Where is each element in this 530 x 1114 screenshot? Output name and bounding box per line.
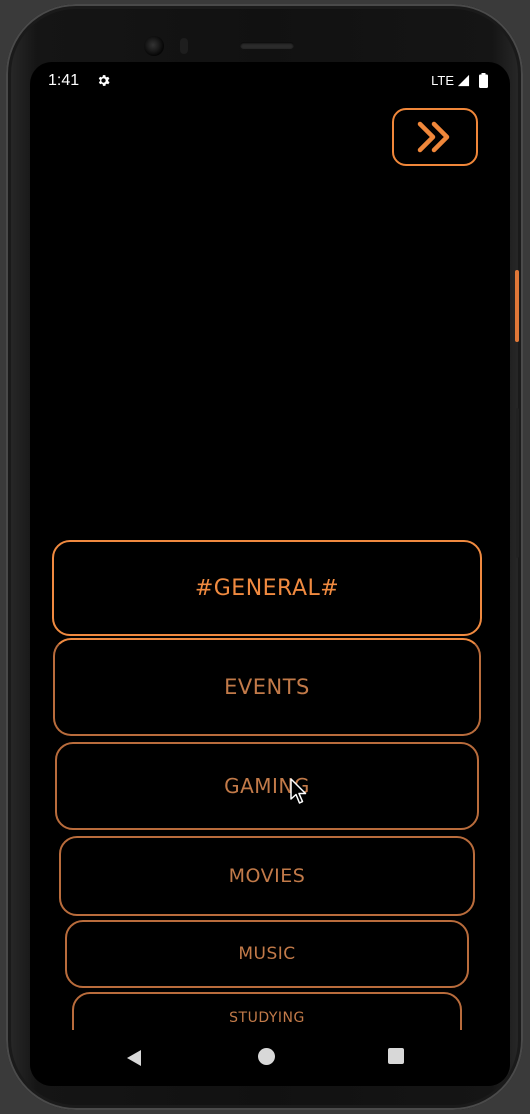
channel-label: #GENERAL# bbox=[194, 575, 340, 601]
battery-icon bbox=[479, 73, 488, 88]
next-button[interactable] bbox=[392, 108, 478, 166]
screen: 1:41 LTE #GENERAL# EVENTS GAMING MOVIES … bbox=[30, 62, 510, 1086]
recents-icon[interactable] bbox=[388, 1048, 404, 1064]
proximity-sensor bbox=[180, 38, 188, 54]
navigation-bar bbox=[30, 1030, 510, 1086]
volume-button bbox=[516, 408, 519, 558]
network-label: LTE bbox=[431, 73, 454, 88]
signal-icon bbox=[457, 74, 470, 87]
channel-label: STUDYING bbox=[229, 1010, 305, 1026]
channel-label: EVENTS bbox=[224, 675, 310, 699]
channel-label: MOVIES bbox=[228, 865, 306, 887]
status-time: 1:41 bbox=[48, 72, 80, 89]
channel-music[interactable]: MUSIC bbox=[65, 920, 469, 988]
mouse-cursor-icon bbox=[290, 778, 307, 804]
channel-events[interactable]: EVENTS bbox=[53, 638, 481, 736]
channel-general[interactable]: #GENERAL# bbox=[52, 540, 482, 636]
channel-gaming[interactable]: GAMING bbox=[55, 742, 479, 830]
earpiece-speaker bbox=[240, 42, 294, 49]
home-icon[interactable] bbox=[258, 1048, 275, 1065]
double-chevron-right-icon bbox=[417, 121, 450, 153]
channel-label: MUSIC bbox=[238, 944, 296, 964]
power-button bbox=[515, 270, 519, 342]
front-camera bbox=[144, 36, 164, 56]
phone-frame: 1:41 LTE #GENERAL# EVENTS GAMING MOVIES … bbox=[6, 4, 523, 1110]
status-indicators: LTE bbox=[431, 73, 488, 88]
settings-gear-icon bbox=[98, 75, 110, 86]
back-icon[interactable] bbox=[126, 1049, 142, 1067]
channel-movies[interactable]: MOVIES bbox=[59, 836, 475, 916]
